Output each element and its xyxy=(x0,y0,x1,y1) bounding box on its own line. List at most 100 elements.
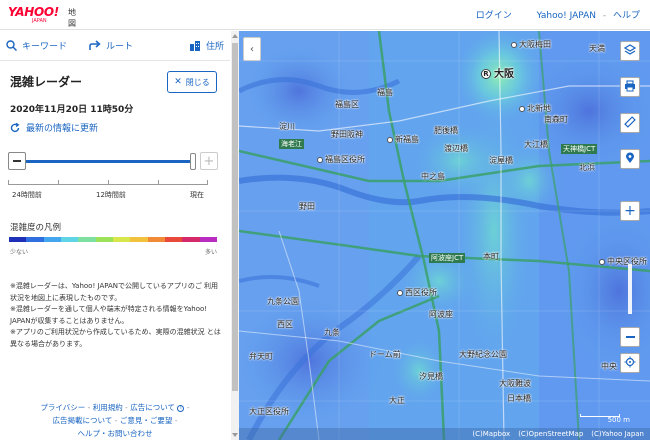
privacy-link[interactable]: プライバシー xyxy=(40,403,85,412)
layers-button[interactable] xyxy=(620,41,640,61)
crosshair-icon xyxy=(624,356,636,371)
map-label-oebashi[interactable]: 大江橋 xyxy=(524,139,548,150)
map-label-fukushima[interactable]: 福島 xyxy=(377,87,393,98)
map-label-taisho[interactable]: 大正 xyxy=(389,395,405,406)
map-label-chuo-office[interactable]: 中央区役所 xyxy=(599,256,647,267)
map-label-osaka[interactable]: R 大阪 xyxy=(481,65,514,80)
ad-placement-link[interactable]: 広告掲載について xyxy=(53,416,113,425)
map-label-tenma[interactable]: 天満 xyxy=(589,43,605,54)
map-label-awaza-jct[interactable]: 阿波座JCT xyxy=(429,253,466,263)
station-dot-icon xyxy=(519,105,525,112)
chevron-left-icon: ‹ xyxy=(250,43,254,55)
layers-icon xyxy=(623,43,637,59)
map-label-nodahanshin[interactable]: 野田阪神 xyxy=(331,129,363,140)
collapse-sidebar-button[interactable]: ‹ xyxy=(243,37,261,61)
map-label-yodogawa[interactable]: 淀川 xyxy=(279,121,295,132)
map-label-noda[interactable]: 野田 xyxy=(299,201,315,212)
slider-knob[interactable] xyxy=(190,153,196,170)
close-icon: ✕ xyxy=(174,77,182,87)
locate-me-button[interactable] xyxy=(620,353,640,373)
minus-icon xyxy=(13,160,21,162)
slider-track[interactable] xyxy=(26,160,196,163)
map-label-chuo[interactable]: 中央 xyxy=(601,361,617,372)
print-button[interactable] xyxy=(620,77,640,97)
map-label-higobashi[interactable]: 肥後橋 xyxy=(434,125,458,136)
map-label-shinfukushima[interactable]: 新福島 xyxy=(387,134,419,145)
map-label-kujo[interactable]: 九条 xyxy=(324,327,340,338)
help-link[interactable]: ヘルプ xyxy=(613,11,640,21)
scrollbar-thumb[interactable] xyxy=(232,43,238,391)
map-label-watanabebashi[interactable]: 渡辺橋 xyxy=(444,143,468,154)
map-label-yodoyabashi[interactable]: 淀屋橋 xyxy=(489,155,513,166)
map-view[interactable]: R 大阪 大阪梅田 天満 北新地 福島 福島区 新福島 福島区役所 淀川 海老江 … xyxy=(239,31,650,440)
refresh-label: 最新の情報に更新 xyxy=(26,124,99,134)
notes: ※混雑レーダーは、Yahoo! JAPANで公開しているアプリのご 利用状況を地… xyxy=(10,281,222,350)
map-label-kitashinchi[interactable]: 北新地 xyxy=(519,103,551,114)
scroll-down-arrow-icon[interactable] xyxy=(232,433,238,437)
legend-swatch xyxy=(9,237,27,242)
header: YAHOO! JAPAN 地図 ログイン Yahoo! JAPAN - ヘルプ xyxy=(0,0,650,30)
tab-route[interactable]: ルート xyxy=(89,39,133,52)
map-label-umeda[interactable]: 大阪梅田 xyxy=(511,39,551,50)
minus-icon xyxy=(625,336,635,338)
yahoo-japan-link[interactable]: Yahoo! JAPAN xyxy=(537,11,596,21)
legend-low: 少ない xyxy=(10,249,29,256)
legend-high: 多い xyxy=(204,249,217,256)
map-label-shiomibashi[interactable]: 汐見橋 xyxy=(419,371,443,382)
sidebar: キーワード ルート 住所 混雑レーダー ✕ 閉じる 2020年11月20日 11… xyxy=(0,31,230,440)
slider-minus-button[interactable] xyxy=(8,152,26,170)
map-label-nakanoshima[interactable]: 中之島 xyxy=(421,171,445,182)
current-location-pin-button[interactable] xyxy=(620,149,640,169)
legend-title: 混雑度の凡例 xyxy=(10,223,62,233)
datetime-label: 2020年11月20日 11時50分 xyxy=(10,105,134,115)
station-dot-icon xyxy=(387,136,393,143)
about-ads-link[interactable]: 広告について xyxy=(130,403,175,412)
osm-credit[interactable]: (C)OpenStreetMap xyxy=(518,430,583,438)
close-button[interactable]: ✕ 閉じる xyxy=(167,71,217,93)
plus-icon: + xyxy=(624,203,636,219)
map-label-kujo-park[interactable]: 九条公園 xyxy=(267,296,299,307)
legend-swatch xyxy=(95,237,113,242)
map-label-honmachi[interactable]: 本町 xyxy=(483,251,499,262)
map-label-fukushima-ward[interactable]: 福島区 xyxy=(335,99,359,110)
scroll-up-arrow-icon[interactable] xyxy=(232,34,238,38)
map-label-nipponbashi[interactable]: 日本橋 xyxy=(507,393,531,404)
map-label-nishi-office[interactable]: 西区役所 xyxy=(397,287,437,298)
sep: - xyxy=(174,416,178,425)
tab-keyword[interactable]: キーワード xyxy=(6,39,67,52)
map-label-dotonbori[interactable]: 大野紀念公園 xyxy=(459,349,507,360)
feedback-link[interactable]: ご意見・ご要望 xyxy=(120,416,173,425)
sidebar-scrollbar[interactable] xyxy=(231,31,239,440)
map-attribution: (C)Mapbox (C)OpenStreetMap (C)Yahoo Japa… xyxy=(239,428,650,440)
zoom-slider-track[interactable] xyxy=(628,264,632,314)
map-label-bentencho[interactable]: 弁天町 xyxy=(249,351,273,362)
map-label-fukushima-office[interactable]: 福島区役所 xyxy=(317,154,365,165)
tick-label-24h: 24時間前 xyxy=(12,191,42,199)
map-label-awaza[interactable]: 阿波座 xyxy=(429,309,453,320)
map-label-minamimorimachi[interactable]: 南森町 xyxy=(544,114,568,125)
time-slider[interactable]: + xyxy=(8,152,218,172)
zoom-in-button[interactable]: + xyxy=(620,201,640,221)
zoom-out-button[interactable] xyxy=(620,327,640,347)
map-label-nishi-ward[interactable]: 西区 xyxy=(277,319,293,330)
map-label-ebie[interactable]: 海老江 xyxy=(279,139,304,149)
measure-button[interactable] xyxy=(620,113,640,133)
slider-plus-button[interactable]: + xyxy=(200,152,218,170)
terms-link[interactable]: 利用規約 xyxy=(93,403,123,412)
legend-swatch xyxy=(60,237,79,242)
header-sep: - xyxy=(602,11,607,21)
yahoo-credit[interactable]: (C)Yahoo Japan xyxy=(591,430,644,438)
map-label-osaka-namba[interactable]: 大阪難波 xyxy=(499,378,531,389)
note-3: ※アプリのご利用状況から作成しているため、実際の混雑状況 とは異なる場合がありま… xyxy=(10,328,221,348)
tab-address[interactable]: 住所 xyxy=(189,39,224,52)
map-label-kitahama[interactable]: 北浜 xyxy=(579,162,595,173)
map-label-tenmabashi-jct[interactable]: 天神橋JCT xyxy=(561,144,598,154)
service-name: 地図 xyxy=(68,8,76,28)
login-link[interactable]: ログイン xyxy=(476,11,512,21)
map-label-dome-mae[interactable]: ドーム前 xyxy=(369,349,401,360)
mapbox-credit[interactable]: (C)Mapbox xyxy=(472,430,510,438)
refresh-button[interactable]: 最新の情報に更新 xyxy=(10,121,98,134)
help-contact-link[interactable]: ヘルプ・お問い合わせ xyxy=(78,429,153,438)
map-label-taisho-office[interactable]: 大正区役所 xyxy=(249,406,289,417)
yahoo-logo[interactable]: YAHOO! JAPAN 地図 xyxy=(8,5,76,28)
